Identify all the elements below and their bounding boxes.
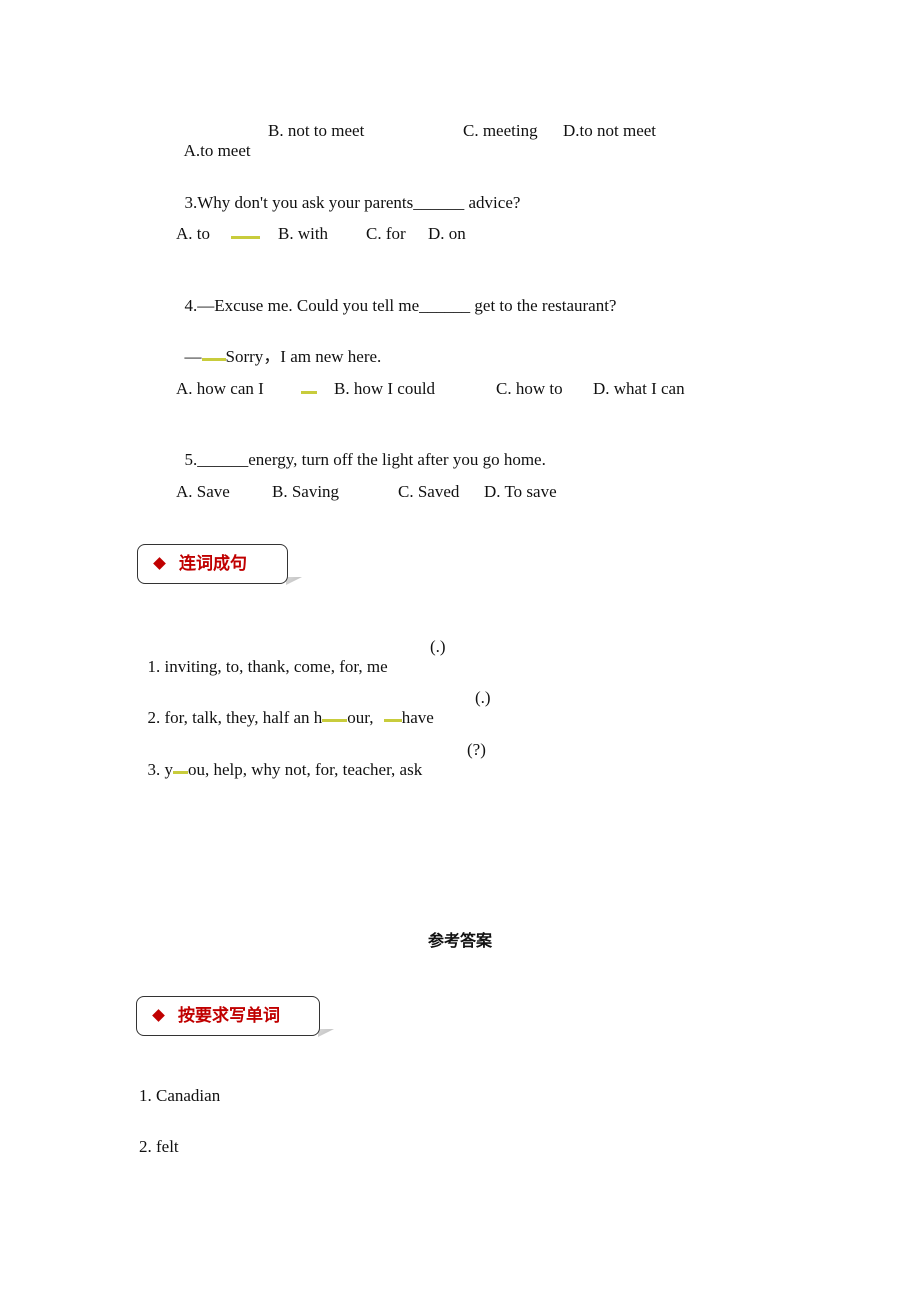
highlight-mark [231,236,260,239]
q5-suffix: energy, turn off the light after you go … [248,450,546,469]
sentence-words-b: our, [347,708,378,727]
q5-option-c: C. Saved [398,482,460,501]
section-header-sentence: 连词成句 [137,544,288,584]
q4-option-c: C. how to [496,379,563,398]
q4-reply: — Sorry，I am new here. [176,327,382,367]
diamond-bullet-icon [152,1009,165,1022]
sentence-punct-1: (.) [430,637,446,656]
q5-blank: ______ [197,450,249,469]
q2-option-c: C. meeting [463,121,538,140]
q4-prefix: 4.—Excuse me. Could you tell me [184,296,420,315]
q3-option-b: B. with [278,224,329,243]
q4-reply-text: Sorry，I am new here. [225,347,382,366]
q4-blank: ______ [419,296,471,315]
answer-item: 1. Canadian [139,1086,221,1105]
highlight-mark [322,719,348,722]
q2-option-d: D.to not meet [563,121,657,140]
highlight-mark [173,771,188,774]
sentence-words-a: 2. for, talk, they, half an h [147,708,323,727]
highlight-mark [201,358,226,361]
sentence-words-b: ou, help, why not, for, teacher, ask [188,760,423,779]
sentence-punct-2: (.) [475,688,491,707]
section-title: 按要求写单词 [178,1006,280,1026]
q2-options: A.to meet [176,121,251,161]
q4-option-d: D. what I can [593,379,685,398]
q3-option-c: C. for [366,224,406,243]
highlight-mark [383,719,402,722]
highlight-mark [301,391,317,394]
q3-option-d: D. on [428,224,466,243]
section-box-shadow [286,577,302,585]
diamond-bullet-icon [153,557,166,570]
section-header-vocabulary: 按要求写单词 [136,996,320,1036]
q4-option-b: B. how I could [334,379,436,398]
question-4: 4.—Excuse me. Could you tell me______ ge… [176,276,617,316]
answer-key-heading: 参考答案 [427,931,492,950]
q4-suffix: get to the restaurant? [470,296,617,315]
sentence-item-2: 2. for, talk, they, half an h our, have [139,688,434,728]
q3-prefix: 3.Why don't you ask your parents [184,193,414,212]
sentence-punct-3: (?) [467,740,486,759]
section-title: 连词成句 [179,554,247,574]
question-5: 5.______energy, turn off the light after… [176,430,546,470]
q2-option-b: B. not to meet [268,121,365,140]
q4-option-a: A. how can I [176,379,264,398]
section-box-shadow [318,1029,334,1037]
sentence-words-c: have [401,708,434,727]
sentence-words: 1. inviting, to, thank, come, for, me [147,657,388,676]
q3-blank: ______ [413,193,465,212]
q5-option-b: B. Saving [272,482,340,501]
question-3: 3.Why don't you ask your parents______ a… [176,173,521,213]
q5-option-d: D. To save [484,482,557,501]
q2-option-a: A.to meet [183,141,251,160]
sentence-words-a: 3. y [147,760,174,779]
sentence-item-1: 1. inviting, to, thank, come, for, me [139,637,388,677]
answer-item: 2. felt [139,1137,179,1156]
sentence-item-3: 3. y ou, help, why not, for, teacher, ask [139,740,423,780]
q5-option-a: A. Save [176,482,230,501]
q3-option-a: A. to [176,224,210,243]
q3-suffix: advice? [464,193,521,212]
q5-prefix: 5. [184,450,198,469]
q4-reply-dash: — [184,347,202,366]
